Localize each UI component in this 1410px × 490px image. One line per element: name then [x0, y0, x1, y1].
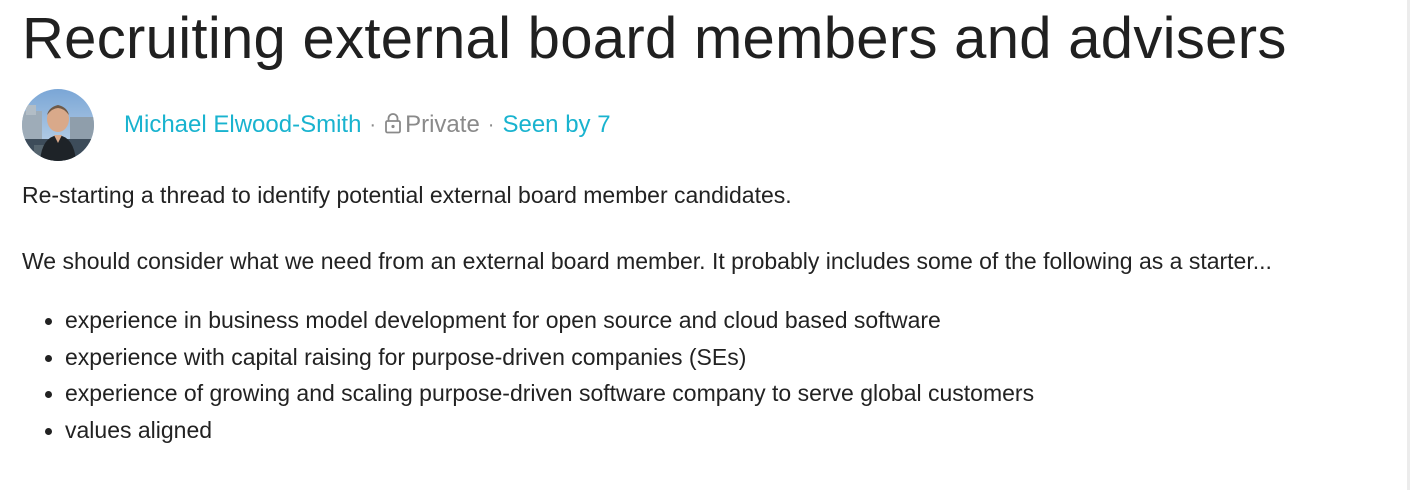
- privacy-status[interactable]: Private: [384, 109, 480, 142]
- criteria-list: experience in business model development…: [22, 302, 1392, 448]
- seen-by-link[interactable]: Seen by 7: [502, 110, 610, 140]
- author-avatar[interactable]: [22, 89, 94, 161]
- author-link[interactable]: Michael Elwood-Smith: [124, 110, 361, 140]
- privacy-label: Private: [405, 111, 480, 138]
- list-item: experience of growing and scaling purpos…: [65, 375, 1392, 412]
- post-paragraph: Re-starting a thread to identify potenti…: [22, 182, 792, 208]
- post-body: Re-starting a thread to identify potenti…: [22, 177, 1392, 448]
- post-meta-text: Michael Elwood-Smith · Private · Seen by…: [124, 109, 611, 142]
- list-item: experience in business model development…: [65, 302, 1392, 339]
- meta-separator: ·: [369, 114, 377, 136]
- list-item: values aligned: [65, 412, 1392, 449]
- meta-separator: ·: [487, 114, 495, 136]
- thread-post: Recruiting external board members and ad…: [22, 0, 1392, 448]
- list-item: experience with capital raising for purp…: [65, 339, 1392, 376]
- thread-title: Recruiting external board members and ad…: [22, 6, 1287, 71]
- post-meta: Michael Elwood-Smith · Private · Seen by…: [22, 89, 1392, 161]
- post-paragraph: We should consider what we need from an …: [22, 248, 1272, 274]
- lock-icon: [384, 112, 402, 142]
